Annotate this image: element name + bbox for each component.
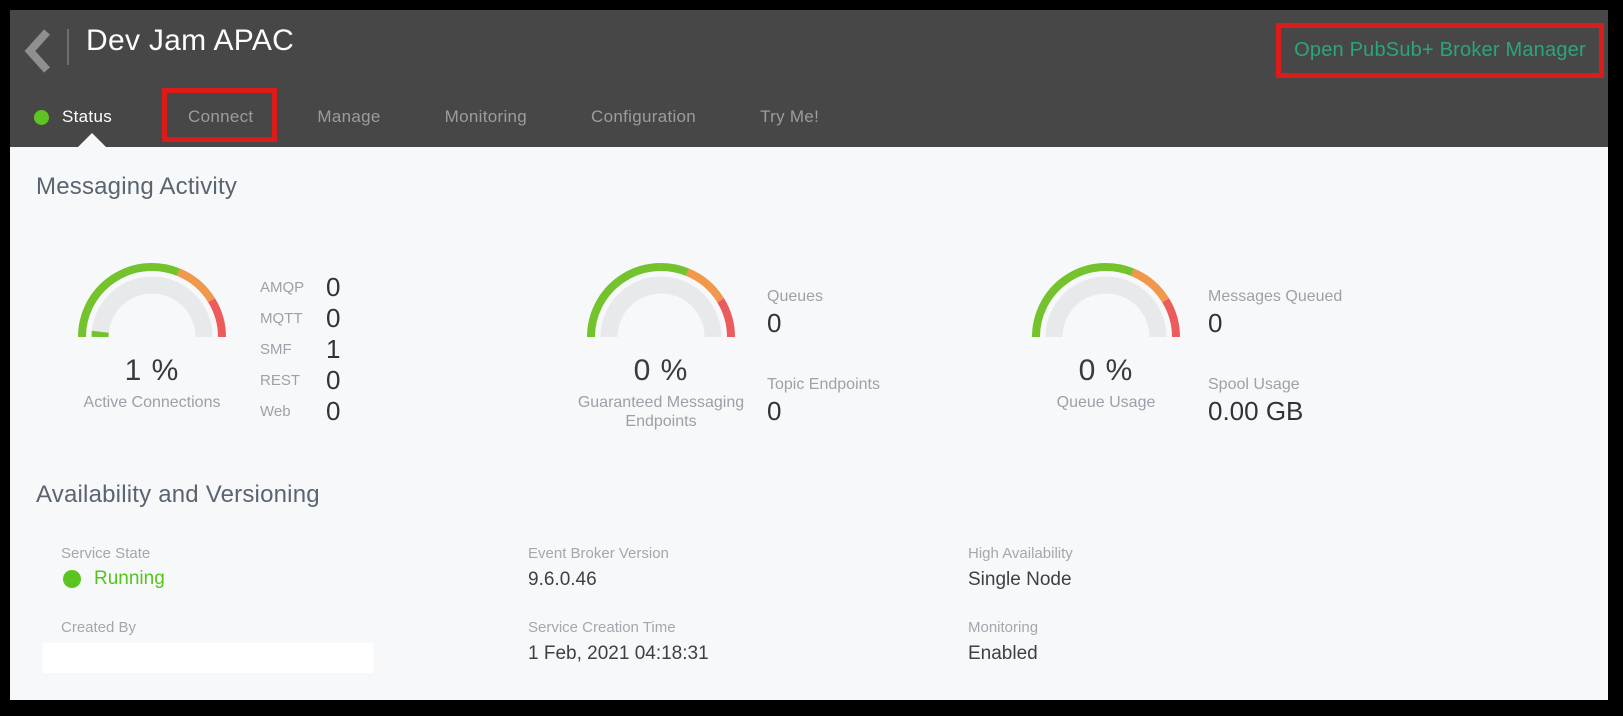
field-value: Running: [94, 568, 165, 590]
page-title: Dev Jam APAC: [86, 24, 294, 58]
messaging-activity-heading: Messaging Activity: [36, 173, 237, 201]
gauge-value: 0 %: [1000, 354, 1212, 388]
stat-label: Queues: [767, 288, 880, 306]
tab-configuration[interactable]: Configuration: [591, 107, 696, 127]
stat-value: 0: [767, 308, 880, 339]
created-by-redacted-value: [43, 643, 373, 673]
service-status-dot-icon: [34, 110, 49, 125]
field-service-creation-time: Service Creation Time 1 Feb, 2021 04:18:…: [528, 619, 709, 665]
chevron-left-icon: [23, 26, 53, 76]
stat-rest: REST 0: [260, 367, 340, 393]
field-created-by: Created By: [61, 619, 136, 636]
running-status-dot-icon: [63, 570, 81, 588]
field-service-state: Service State Running: [61, 545, 165, 590]
field-label: Event Broker Version: [528, 545, 669, 562]
field-high-availability: High Availability Single Node: [968, 545, 1073, 591]
field-label: Service Creation Time: [528, 619, 709, 636]
stat-label: Topic Endpoints: [767, 376, 880, 394]
status-tab-content: Messaging Activity 1 % Active Connection…: [10, 147, 1608, 700]
tab-status[interactable]: Status: [34, 107, 112, 127]
stat-topic-endpoints: Topic Endpoints 0: [767, 376, 880, 427]
gauge-arc: [1032, 261, 1180, 341]
stat-label: Messages Queued: [1208, 288, 1342, 306]
field-label: Monitoring: [968, 619, 1038, 636]
field-value: Enabled: [968, 643, 1038, 665]
stat-value: 0: [326, 272, 340, 303]
stat-queues: Queues 0: [767, 288, 880, 339]
title-divider: [67, 29, 69, 65]
gauge-arc: [78, 261, 226, 341]
active-tab-indicator: [78, 133, 106, 147]
gauge-value: 0 %: [555, 354, 767, 388]
field-event-broker-version: Event Broker Version 9.6.0.46: [528, 545, 669, 591]
stat-spool-usage: Spool Usage 0.00 GB: [1208, 376, 1342, 427]
field-monitoring: Monitoring Enabled: [968, 619, 1038, 665]
stat-label: AMQP: [260, 279, 318, 296]
tab-status-label: Status: [62, 107, 112, 127]
stat-web: Web 0: [260, 398, 340, 424]
service-state-value: Running: [63, 568, 165, 590]
tab-connect[interactable]: Connect: [188, 107, 253, 127]
highlight-box-broker-manager: Open PubSub+ Broker Manager: [1276, 23, 1604, 78]
stat-label: SMF: [260, 341, 318, 358]
stat-amqp: AMQP 0: [260, 274, 340, 300]
stat-messages-queued: Messages Queued 0: [1208, 288, 1342, 339]
field-label: Service State: [61, 545, 165, 562]
gauge-active-connections: 1 % Active Connections: [46, 261, 258, 412]
stat-value: 0: [767, 396, 880, 427]
stat-label: MQTT: [260, 310, 318, 327]
back-button[interactable]: [23, 26, 53, 76]
field-value: 1 Feb, 2021 04:18:31: [528, 643, 709, 665]
gauge-arc: [587, 261, 735, 341]
stat-value: 0: [326, 365, 340, 396]
tab-monitoring[interactable]: Monitoring: [445, 107, 527, 127]
tab-try-me[interactable]: Try Me!: [760, 107, 819, 127]
connection-protocol-stats: AMQP 0 MQTT 0 SMF 1 REST 0 Web 0: [260, 274, 340, 424]
stat-smf: SMF 1: [260, 336, 340, 362]
stat-label: Web: [260, 403, 318, 420]
field-value: 9.6.0.46: [528, 569, 669, 591]
page-header: Dev Jam APAC Open PubSub+ Broker Manager…: [10, 10, 1608, 147]
gauge-label: Guaranteed Messaging Endpoints: [555, 393, 767, 431]
field-label: Created By: [61, 619, 136, 636]
field-value: Single Node: [968, 569, 1073, 591]
stat-value: 0: [326, 396, 340, 427]
gauge-label: Queue Usage: [1000, 393, 1212, 412]
tab-manage[interactable]: Manage: [317, 107, 380, 127]
stat-value: 0: [326, 303, 340, 334]
stat-label: Spool Usage: [1208, 376, 1342, 394]
tab-bar: Status Connect Manage Monitoring Configu…: [34, 104, 819, 130]
spool-stats: Messages Queued 0 Spool Usage 0.00 GB: [1208, 288, 1342, 427]
stat-value: 1: [326, 334, 340, 365]
endpoint-stats: Queues 0 Topic Endpoints 0: [767, 288, 880, 427]
field-label: High Availability: [968, 545, 1073, 562]
gauge-guaranteed-messaging-endpoints: 0 % Guaranteed Messaging Endpoints: [555, 261, 767, 431]
stat-value: 0: [1208, 308, 1342, 339]
availability-heading: Availability and Versioning: [36, 481, 320, 509]
service-detail-page: Dev Jam APAC Open PubSub+ Broker Manager…: [10, 10, 1608, 700]
stat-label: REST: [260, 372, 318, 389]
gauge-queue-usage: 0 % Queue Usage: [1000, 261, 1212, 412]
stat-value: 0.00 GB: [1208, 396, 1342, 427]
gauge-label: Active Connections: [46, 393, 258, 412]
stat-mqtt: MQTT 0: [260, 305, 340, 331]
gauge-value: 1 %: [46, 354, 258, 388]
open-broker-manager-button[interactable]: Open PubSub+ Broker Manager: [1294, 39, 1586, 62]
